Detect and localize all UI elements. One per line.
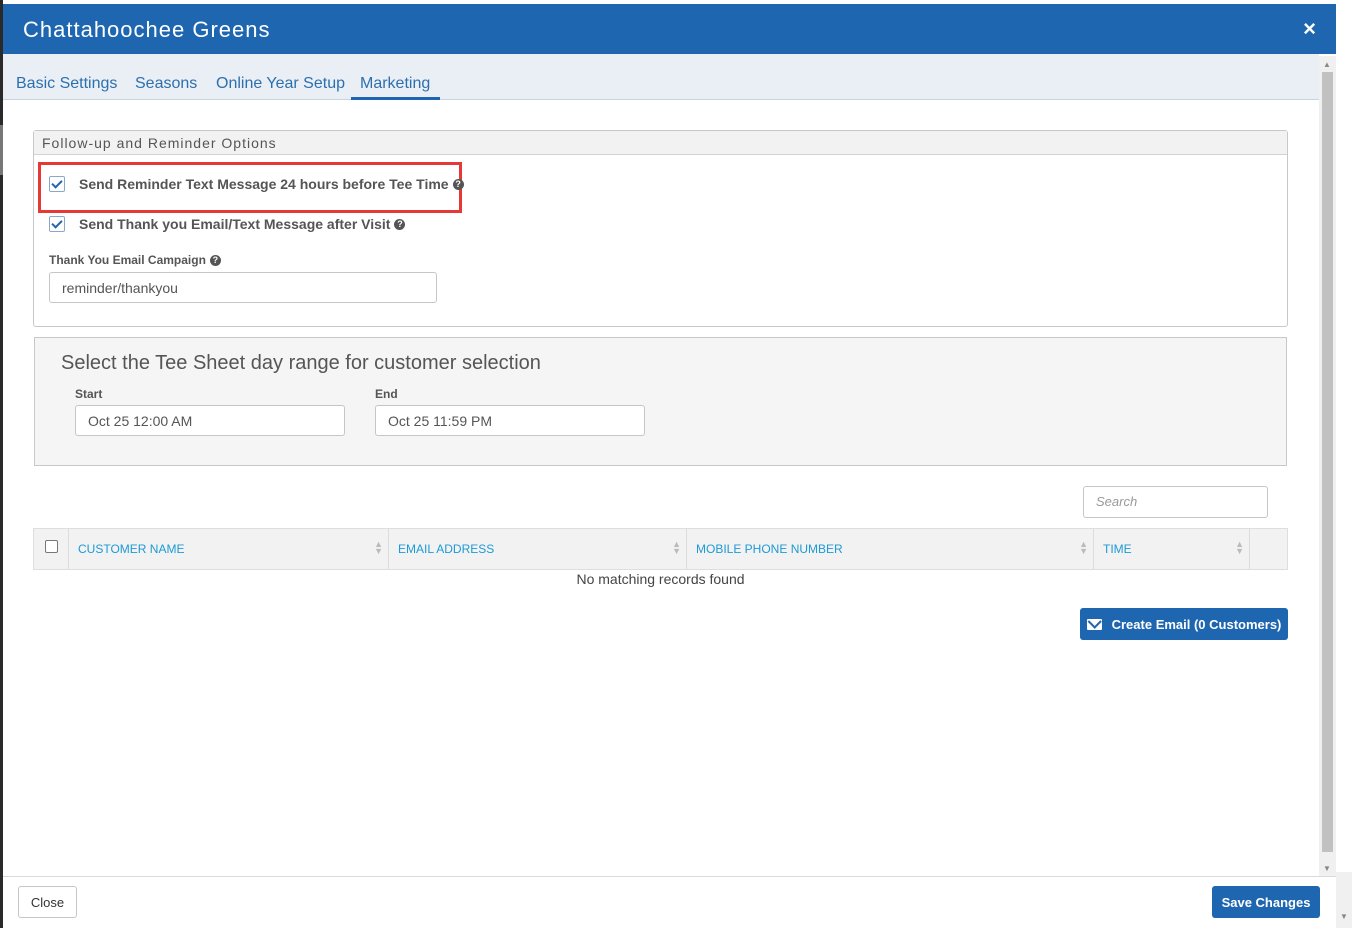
create-email-label: Create Email (0 Customers)	[1111, 616, 1282, 632]
close-icon[interactable]: ×	[1303, 16, 1316, 42]
search-input[interactable]: Search	[1083, 486, 1268, 518]
save-changes-button[interactable]: Save Changes	[1212, 886, 1320, 918]
sort-icon: ▲ ▼	[672, 539, 681, 556]
thankyou-label: Send Thank you Email/Text Message after …	[79, 216, 391, 232]
sort-icon: ▲ ▼	[1235, 539, 1244, 556]
question-circle-icon[interactable]: ?	[209, 255, 221, 267]
customer-table-header: CUSTOMER NAME ▲ ▼ EMAIL ADDRESS ▲ ▼ MOBILE…	[33, 528, 1288, 570]
question-circle-icon[interactable]: ?	[452, 178, 464, 190]
create-email-button[interactable]: Create Email (0 Customers)	[1080, 608, 1288, 640]
start-date-input[interactable]: Oct 25 12:00 AM	[75, 405, 345, 436]
tab-seasons[interactable]: Seasons	[135, 75, 197, 93]
scrollbar-thumb[interactable]	[1322, 72, 1333, 852]
active-tab-indicator	[351, 97, 440, 100]
end-date-input[interactable]: Oct 25 11:59 PM	[375, 405, 645, 436]
modal-scrollbar[interactable]: ▲ ▼	[1319, 56, 1336, 876]
tab-marketing[interactable]: Marketing	[360, 75, 430, 93]
modal-header: Chattahoochee Greens ×	[3, 4, 1336, 54]
select-all-checkbox[interactable]	[45, 540, 58, 553]
tab-bar: Basic Settings Seasons Online Year Setup…	[3, 54, 1319, 100]
select-all-cell	[34, 529, 69, 569]
day-range-panel: Select the Tee Sheet day range for custo…	[34, 337, 1287, 466]
column-label: TIME	[1103, 542, 1132, 556]
tab-basic-settings[interactable]: Basic Settings	[16, 75, 117, 93]
column-label: EMAIL ADDRESS	[398, 542, 495, 556]
thankyou-checkbox[interactable]	[49, 216, 65, 232]
scroll-down-icon[interactable]: ▼	[1340, 912, 1348, 921]
scroll-up-icon[interactable]: ▲	[1323, 60, 1331, 69]
envelope-icon	[1086, 618, 1102, 630]
close-button[interactable]: Close	[18, 886, 77, 918]
sort-icon: ▲ ▼	[374, 539, 383, 556]
empty-table-message: No matching records found	[576, 571, 745, 587]
sort-icon: ▲ ▼	[1079, 539, 1088, 556]
column-label: CUSTOMER NAME	[78, 542, 185, 556]
campaign-label-text: Thank You Email Campaign	[49, 253, 206, 267]
reminder-option: Send Reminder Text Message 24 hours befo…	[49, 176, 464, 192]
scroll-down-icon[interactable]: ▼	[1323, 864, 1331, 873]
followup-panel: Follow-up and Reminder Options Send Remi…	[33, 130, 1288, 327]
followup-heading: Follow-up and Reminder Options	[34, 131, 1287, 155]
campaign-field-label: Thank You Email Campaign?	[49, 253, 221, 267]
tab-online-year-setup[interactable]: Online Year Setup	[216, 75, 345, 93]
modal-title: Chattahoochee Greens	[23, 17, 271, 42]
column-mobile-phone[interactable]: MOBILE PHONE NUMBER ▲ ▼	[687, 529, 1094, 569]
modal-footer: Close Save Changes	[3, 876, 1336, 928]
day-range-title: Select the Tee Sheet day range for custo…	[61, 352, 541, 374]
column-customer-name[interactable]: CUSTOMER NAME ▲ ▼	[69, 529, 389, 569]
end-label: End	[375, 387, 398, 401]
column-email-address[interactable]: EMAIL ADDRESS ▲ ▼	[389, 529, 687, 569]
question-circle-icon[interactable]: ?	[394, 218, 406, 230]
reminder-label: Send Reminder Text Message 24 hours befo…	[79, 176, 449, 192]
start-label: Start	[75, 387, 103, 401]
column-time[interactable]: TIME ▲ ▼	[1094, 529, 1250, 569]
thankyou-option: Send Thank you Email/Text Message after …	[49, 216, 406, 232]
settings-modal: Chattahoochee Greens × Basic Settings Se…	[3, 4, 1336, 928]
page-scrollbar[interactable]: ▼	[1336, 872, 1352, 928]
reminder-checkbox[interactable]	[49, 176, 65, 192]
column-label: MOBILE PHONE NUMBER	[696, 542, 843, 556]
campaign-select[interactable]: reminder/thankyou	[49, 272, 437, 303]
